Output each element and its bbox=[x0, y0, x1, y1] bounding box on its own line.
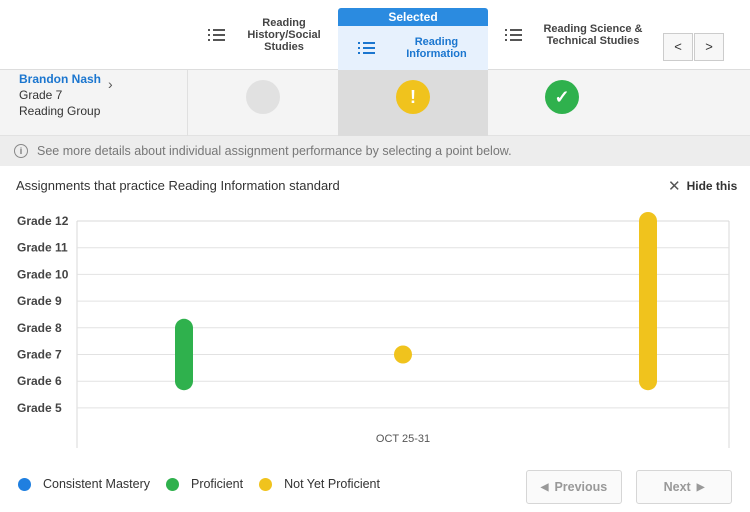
legend-label: Not Yet Proficient bbox=[284, 477, 380, 491]
tab-label: Reading History/Social Studies bbox=[247, 17, 321, 53]
tab-label: Reading Science & Technical Studies bbox=[543, 23, 643, 47]
legend-label: Consistent Mastery bbox=[43, 477, 150, 491]
arrow-left-icon: ◀ bbox=[540, 481, 549, 493]
data-range-bar[interactable] bbox=[639, 212, 657, 391]
list-icon bbox=[505, 28, 523, 42]
y-tick-label: Grade 6 bbox=[17, 374, 62, 388]
tab-label: Reading Information bbox=[406, 36, 467, 60]
scroll-right-button[interactable]: > bbox=[694, 33, 724, 61]
next-button[interactable]: Next ▶ bbox=[636, 470, 732, 504]
legend-item-not-yet-proficient: Not Yet Proficient bbox=[259, 477, 380, 491]
legend-dot bbox=[259, 477, 273, 491]
tab-reading-history[interactable]: Reading History/Social Studies bbox=[208, 0, 334, 70]
tab-scroll-controls: < > bbox=[663, 33, 724, 61]
legend-item-proficient: Proficient bbox=[165, 477, 244, 491]
y-tick-label: Grade 5 bbox=[17, 401, 62, 415]
legend-label: Proficient bbox=[190, 477, 244, 491]
x-axis-label: OCT 25-31 bbox=[376, 433, 430, 445]
selected-banner: Selected bbox=[338, 8, 488, 26]
legend: Consistent Mastery Proficient Not Yet Pr… bbox=[18, 477, 396, 491]
y-tick-label: Grade 7 bbox=[17, 348, 62, 362]
legend-dot bbox=[18, 477, 31, 491]
status-warning-icon[interactable]: ! bbox=[396, 80, 430, 114]
close-icon: ✕ bbox=[668, 178, 681, 195]
status-check-icon[interactable]: ✓ bbox=[545, 80, 579, 114]
assignments-chart: Grade 5 Grade 6 Grade 7 Grade 8 Grade 9 Grade… bbox=[17, 212, 730, 448]
y-tick-label: Grade 9 bbox=[17, 294, 62, 308]
info-text: See more details about individual assign… bbox=[37, 144, 512, 158]
legend-item-consistent-mastery: Consistent Mastery bbox=[18, 477, 150, 491]
arrow-right-icon: ▶ bbox=[696, 481, 705, 493]
student-cell[interactable]: Brandon Nash › Grade 7 Reading Group bbox=[0, 70, 188, 136]
student-group: Reading Group bbox=[19, 104, 101, 118]
chart-title: Assignments that practice Reading Inform… bbox=[16, 178, 340, 193]
legend-dot bbox=[165, 477, 179, 491]
info-bar: i See more details about individual assi… bbox=[0, 136, 750, 166]
y-tick-label: Grade 8 bbox=[17, 321, 62, 335]
student-grade: Grade 7 bbox=[19, 88, 63, 102]
tab-reading-information[interactable]: Reading Information bbox=[338, 26, 488, 70]
list-icon bbox=[208, 28, 226, 42]
y-tick-label: Grade 12 bbox=[17, 214, 69, 228]
y-tick-label: Grade 10 bbox=[17, 267, 69, 281]
chevron-right-icon[interactable]: › bbox=[108, 76, 113, 92]
data-range-bar[interactable] bbox=[175, 318, 193, 391]
status-not-assessed-icon[interactable] bbox=[246, 80, 280, 114]
next-label: Next bbox=[663, 480, 691, 494]
previous-label: Previous bbox=[554, 480, 608, 494]
student-row: Brandon Nash › Grade 7 Reading Group bbox=[0, 70, 750, 136]
y-tick-label: Grade 11 bbox=[17, 241, 68, 255]
student-name[interactable]: Brandon Nash bbox=[19, 72, 187, 86]
previous-button[interactable]: ◀ Previous bbox=[526, 470, 622, 504]
data-point[interactable] bbox=[394, 345, 412, 364]
scroll-left-button[interactable]: < bbox=[663, 33, 693, 61]
info-icon: i bbox=[14, 144, 28, 158]
standards-tab-bar: Reading History/Social Studies Selected … bbox=[0, 0, 750, 70]
hide-label: Hide this bbox=[686, 179, 738, 193]
list-icon bbox=[358, 41, 375, 55]
hide-this-button[interactable]: ✕ Hide this bbox=[668, 177, 737, 195]
tab-reading-science[interactable]: Reading Science & Technical Studies bbox=[505, 0, 655, 70]
